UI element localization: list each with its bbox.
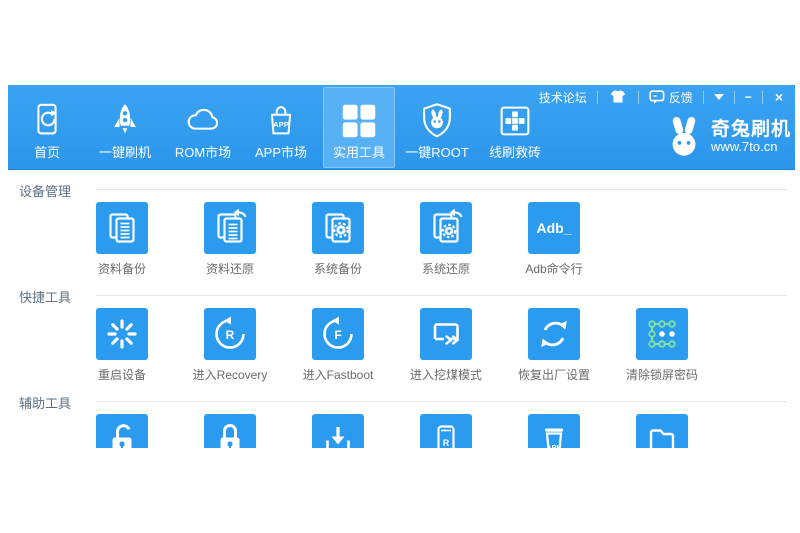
- adb-shell-icon[interactable]: Adb_: [528, 202, 580, 254]
- tool-label: 进入Recovery: [193, 366, 268, 383]
- tool-clear-lockscreen[interactable]: 清除锁屏密码: [608, 308, 716, 383]
- tool-phone-root[interactable]: R: [392, 414, 500, 448]
- tool-factory-reset[interactable]: 恢复出厂设置: [500, 308, 608, 383]
- feedback-button[interactable]: 反馈: [639, 85, 703, 109]
- cloud-icon: [182, 99, 224, 143]
- skin-button[interactable]: [598, 85, 638, 109]
- app-bag-icon: APP: [260, 99, 302, 143]
- tool-enter-fastboot[interactable]: F 进入Fastboot: [284, 308, 392, 383]
- data-restore-icon[interactable]: [204, 202, 256, 254]
- caret-down-icon: [714, 94, 724, 100]
- unlock-icon[interactable]: [96, 414, 148, 448]
- nav-label: APP市场: [255, 146, 307, 160]
- tool-install[interactable]: [284, 414, 392, 448]
- system-backup-icon[interactable]: [312, 202, 364, 254]
- nav-item-app-market[interactable]: APP APP市场: [242, 87, 320, 168]
- recovery-icon[interactable]: R: [204, 308, 256, 360]
- brand-url: www.7to.cn: [711, 140, 791, 154]
- tool-label: Adb命令行: [525, 260, 582, 277]
- nav-item-home[interactable]: 首页: [8, 87, 86, 168]
- titlebar: 技术论坛 反馈: [529, 85, 795, 109]
- tool-label: 进入Fastboot: [303, 366, 374, 383]
- restart-icon[interactable]: [96, 308, 148, 360]
- cross-square-icon: [494, 99, 536, 143]
- tool-label: 清除锁屏密码: [626, 366, 698, 383]
- tool-label: 系统还原: [422, 260, 470, 277]
- app-header: 技术论坛 反馈: [8, 85, 795, 170]
- speech-bubble-icon: [649, 90, 665, 104]
- tool-label: 系统备份: [314, 260, 362, 277]
- nav-label: 一键刷机: [99, 146, 151, 160]
- tshirt-icon: [608, 90, 628, 104]
- system-restore-icon[interactable]: [420, 202, 472, 254]
- section-title: 辅助工具: [19, 393, 71, 412]
- pattern-unlock-icon[interactable]: [636, 308, 688, 360]
- tool-lock[interactable]: [176, 414, 284, 448]
- app-window: 技术论坛 反馈: [8, 85, 795, 448]
- nav-label: 首页: [34, 146, 60, 160]
- tool-restart-device[interactable]: 重启设备: [68, 308, 176, 383]
- phone-root-icon[interactable]: R: [420, 414, 472, 448]
- section-divider: [96, 295, 787, 296]
- nav-label: 一键ROOT: [405, 146, 469, 160]
- tool-adb-shell[interactable]: Adb_ Adb命令行: [500, 202, 608, 277]
- dropdown-button[interactable]: [704, 85, 734, 109]
- tool-label: 资料还原: [206, 260, 254, 277]
- close-button[interactable]: ×: [763, 85, 795, 109]
- nav-item-one-key-flash[interactable]: 一键刷机: [86, 87, 164, 168]
- brand-name: 奇兔刷机: [711, 120, 791, 140]
- tool-enter-recovery[interactable]: R 进入Recovery: [176, 308, 284, 383]
- fastboot-icon[interactable]: F: [312, 308, 364, 360]
- section-title: 快捷工具: [19, 287, 71, 306]
- tool-system-restore[interactable]: 系统还原: [392, 202, 500, 277]
- download-mode-icon[interactable]: [420, 308, 472, 360]
- fastboot-icon-text: F: [334, 328, 341, 342]
- minimize-button[interactable]: −: [735, 85, 762, 109]
- nav-item-utilities[interactable]: 实用工具: [323, 87, 395, 168]
- tool-label: 进入挖煤模式: [410, 366, 482, 383]
- tool-data-restore[interactable]: 资料还原: [176, 202, 284, 277]
- home-phone-icon: [26, 99, 68, 143]
- apk-bin-icon-text: APK: [546, 443, 562, 448]
- section-divider: [96, 401, 787, 402]
- install-icon[interactable]: [312, 414, 364, 448]
- lock-icon[interactable]: [204, 414, 256, 448]
- nav-item-one-key-root[interactable]: 一键ROOT: [398, 87, 476, 168]
- data-backup-icon[interactable]: [96, 202, 148, 254]
- grid-icon: [338, 99, 380, 143]
- apk-bin-icon[interactable]: APK: [528, 414, 580, 448]
- rocket-icon: [104, 99, 146, 143]
- brand-logo: 奇兔刷机 www.7to.cn: [663, 115, 791, 159]
- tool-apk-bin[interactable]: APK: [500, 414, 608, 448]
- tool-label: 恢复出厂设置: [518, 366, 590, 383]
- adb-icon-text: Adb_: [537, 220, 572, 236]
- rabbit-logo-icon: [663, 115, 705, 159]
- folder-icon[interactable]: [636, 414, 688, 448]
- bag-text: APP: [273, 120, 289, 129]
- main-nav: 首页 一键刷机: [8, 87, 554, 168]
- recovery-icon-text: R: [226, 328, 235, 342]
- nav-label: 实用工具: [333, 146, 385, 160]
- shield-rabbit-icon: [416, 99, 458, 143]
- nav-item-rom-market[interactable]: ROM市场: [164, 87, 242, 168]
- feedback-label: 反馈: [669, 89, 693, 106]
- tool-data-backup[interactable]: 资料备份: [68, 202, 176, 277]
- nav-label: 线刷救砖: [489, 146, 541, 160]
- section-divider: [96, 189, 787, 190]
- nav-label: ROM市场: [175, 146, 231, 160]
- phone-root-icon-text: R: [443, 438, 450, 448]
- tool-file-manager[interactable]: [608, 414, 716, 448]
- tool-label: 资料备份: [98, 260, 146, 277]
- nav-item-wire-flash-rescue[interactable]: 线刷救砖: [476, 87, 554, 168]
- tool-unlock[interactable]: [68, 414, 176, 448]
- factory-reset-icon[interactable]: [528, 308, 580, 360]
- tool-system-backup[interactable]: 系统备份: [284, 202, 392, 277]
- tool-enter-download-mode[interactable]: 进入挖煤模式: [392, 308, 500, 383]
- section-title: 设备管理: [19, 181, 71, 200]
- tool-label: 重启设备: [98, 366, 146, 383]
